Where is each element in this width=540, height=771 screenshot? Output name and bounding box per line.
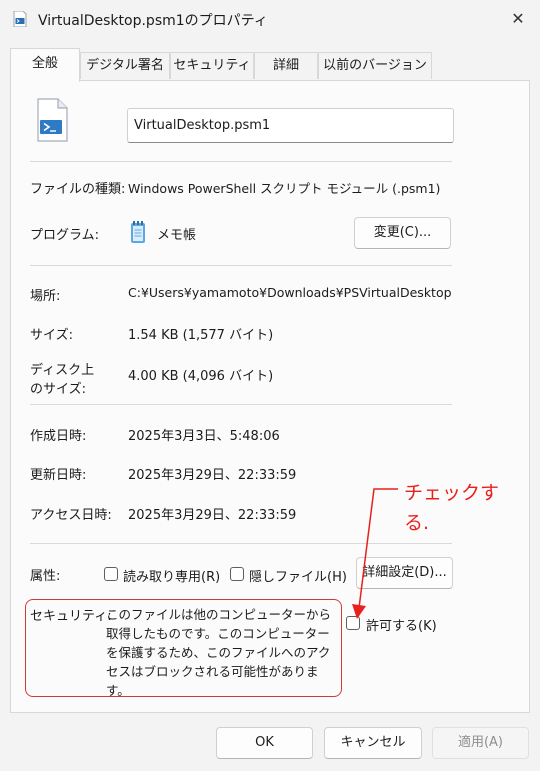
close-button[interactable]: ✕ xyxy=(502,4,534,34)
separator xyxy=(30,265,452,266)
tab-general[interactable]: 全般 xyxy=(10,48,80,82)
advanced-attributes-button[interactable]: 詳細設定(D)... xyxy=(356,557,453,589)
program-label: プログラム: xyxy=(30,228,99,243)
created-value: 2025年3月3日、5:48:06 xyxy=(128,429,280,444)
notepad-icon xyxy=(131,221,145,243)
program-value: メモ帳 xyxy=(157,228,197,243)
tab-digital-signatures[interactable]: デジタル署名 xyxy=(80,52,170,79)
file-type-label: ファイルの種類: xyxy=(30,182,126,197)
unblock-label[interactable]: 許可する(K) xyxy=(366,615,437,634)
location-label: 場所: xyxy=(30,289,61,304)
location-value: C:¥Users¥yamamoto¥Downloads¥PSVirtualDes… xyxy=(128,285,452,300)
hidden-checkbox[interactable] xyxy=(230,567,244,581)
window-title: VirtualDesktop.psm1のプロパティ xyxy=(38,13,268,29)
cancel-button[interactable]: キャンセル xyxy=(324,727,422,759)
modified-value: 2025年3月29日、22:33:59 xyxy=(128,468,297,483)
accessed-value: 2025年3月29日、22:33:59 xyxy=(128,508,297,523)
created-label: 作成日時: xyxy=(30,429,87,444)
change-program-button[interactable]: 変更(C)... xyxy=(354,217,451,249)
hidden-label[interactable]: 隠しファイル(H) xyxy=(249,566,347,585)
apply-button[interactable]: 適用(A) xyxy=(432,727,529,759)
accessed-label: アクセス日時: xyxy=(30,508,112,523)
security-warning-text: このファイルは他のコンピューターから取得したものです。このコンピューターを保護す… xyxy=(106,607,332,698)
size-on-disk-label-line1: ディスク上 xyxy=(30,363,95,378)
tab-details[interactable]: 詳細 xyxy=(254,52,318,79)
title-bar: VirtualDesktop.psm1のプロパティ ✕ xyxy=(0,0,540,40)
size-value: 1.54 KB (1,577 バイト) xyxy=(128,328,274,343)
powershell-file-icon xyxy=(37,98,68,142)
separator xyxy=(30,161,452,162)
unblock-checkbox[interactable] xyxy=(346,616,360,630)
size-on-disk-value: 4.00 KB (4,096 バイト) xyxy=(128,369,274,384)
ok-button[interactable]: OK xyxy=(216,727,313,759)
security-label: セキュリティ: xyxy=(30,609,112,624)
tab-previous-versions[interactable]: 以前のバージョン xyxy=(318,52,432,79)
size-on-disk-label-line2: のサイズ: xyxy=(30,382,86,397)
separator xyxy=(30,404,452,405)
separator xyxy=(30,543,452,544)
readonly-checkbox[interactable] xyxy=(104,567,118,581)
file-name-input[interactable] xyxy=(127,108,454,143)
size-label: サイズ: xyxy=(30,328,73,343)
powershell-file-icon xyxy=(13,11,27,27)
file-type-value: Windows PowerShell スクリプト モジュール (.psm1) xyxy=(128,181,441,196)
modified-label: 更新日時: xyxy=(30,468,87,483)
tab-security[interactable]: セキュリティ xyxy=(170,52,254,79)
attributes-label: 属性: xyxy=(30,569,61,584)
readonly-label[interactable]: 読み取り専用(R) xyxy=(123,566,220,585)
annotation-text: チェックする. xyxy=(404,482,500,534)
